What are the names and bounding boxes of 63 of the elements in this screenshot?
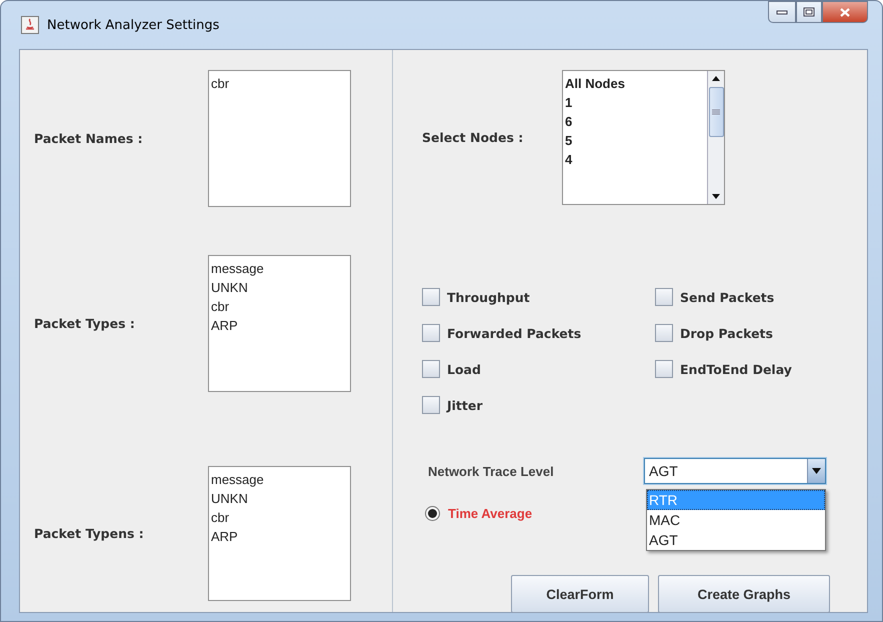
checkbox-box[interactable] xyxy=(422,360,440,378)
checkbox-box[interactable] xyxy=(655,324,673,342)
checkbox-label: Send Packets xyxy=(680,290,774,304)
checkbox[interactable]: Load xyxy=(422,360,655,378)
checkbox[interactable]: Forwarded Packets xyxy=(422,324,655,342)
list-item[interactable]: cbr xyxy=(211,508,348,527)
trace-level-dropdown[interactable]: AGT xyxy=(644,458,826,484)
checkbox-box[interactable] xyxy=(655,360,673,378)
maximize-icon xyxy=(803,7,815,17)
checkbox-label: Forwarded Packets xyxy=(447,326,582,340)
form-button[interactable]: Create Graphs xyxy=(658,575,830,613)
checkbox-label: Drop Packets xyxy=(680,326,773,340)
minimize-button[interactable] xyxy=(768,1,796,23)
checkbox-label: Jitter xyxy=(447,398,483,412)
minimize-icon xyxy=(776,9,788,15)
checkbox-label: EndToEnd Delay xyxy=(680,362,792,376)
checkbox-box[interactable] xyxy=(422,396,440,414)
form-button[interactable]: ClearForm xyxy=(511,575,649,613)
list-item[interactable]: 1 xyxy=(565,93,707,112)
radio-label: Time Average xyxy=(448,506,532,521)
caret-icon xyxy=(812,468,821,474)
node-list[interactable]: All Nodes 1 6 5 4 xyxy=(562,70,725,205)
checkbox-box[interactable] xyxy=(422,324,440,342)
list-item[interactable]: 5 xyxy=(565,131,707,150)
list-item[interactable]: UNKN xyxy=(211,278,348,297)
field-label: Network Trace Level xyxy=(428,464,555,478)
scroll-thumb[interactable] xyxy=(708,87,724,137)
list-item[interactable]: 4 xyxy=(565,150,707,169)
checkbox[interactable]: Throughput xyxy=(422,288,655,306)
list-item[interactable]: 6 xyxy=(565,112,707,131)
list-item[interactable]: message xyxy=(211,470,348,489)
field-label: Packet Types : xyxy=(34,316,136,331)
maximize-button[interactable] xyxy=(796,1,822,23)
dropdown-option[interactable]: MAC xyxy=(647,510,825,530)
list-item[interactable]: cbr xyxy=(211,297,348,316)
close-button[interactable] xyxy=(822,1,868,23)
field-label: Packet Typens : xyxy=(34,526,145,541)
checkbox[interactable]: Send Packets xyxy=(655,288,855,306)
window-title: Network Analyzer Settings xyxy=(47,18,220,32)
checkbox[interactable]: EndToEnd Delay xyxy=(655,360,855,378)
list-item[interactable]: UNKN xyxy=(211,489,348,508)
list-item[interactable]: All Nodes xyxy=(565,74,707,93)
app-icon xyxy=(21,16,39,34)
radio-indicator[interactable] xyxy=(425,506,440,521)
radio-button[interactable]: Time Average xyxy=(422,506,532,521)
close-icon xyxy=(839,6,851,18)
list-item[interactable]: cbr xyxy=(211,74,348,93)
checkbox[interactable]: Jitter xyxy=(422,396,655,414)
list-box[interactable]: message UNKN cbr ARP xyxy=(208,466,351,601)
list-item[interactable]: message xyxy=(211,259,348,278)
checkbox[interactable]: Drop Packets xyxy=(655,324,855,342)
list-box[interactable]: message UNKN cbr ARP xyxy=(208,255,351,392)
checkbox-label: Throughput xyxy=(447,290,530,304)
field-label: Select Nodes : xyxy=(422,130,524,145)
list-item[interactable]: ARP xyxy=(211,316,348,335)
list-box[interactable]: cbr xyxy=(208,70,351,207)
dropdown-option[interactable]: AGT xyxy=(647,530,825,550)
scrollbar[interactable] xyxy=(707,71,724,204)
checkbox-box[interactable] xyxy=(422,288,440,306)
checkbox-label: Load xyxy=(447,362,481,376)
field-label: Packet Names : xyxy=(34,131,144,146)
checkbox-box[interactable] xyxy=(655,288,673,306)
list-item[interactable]: ARP xyxy=(211,527,348,546)
